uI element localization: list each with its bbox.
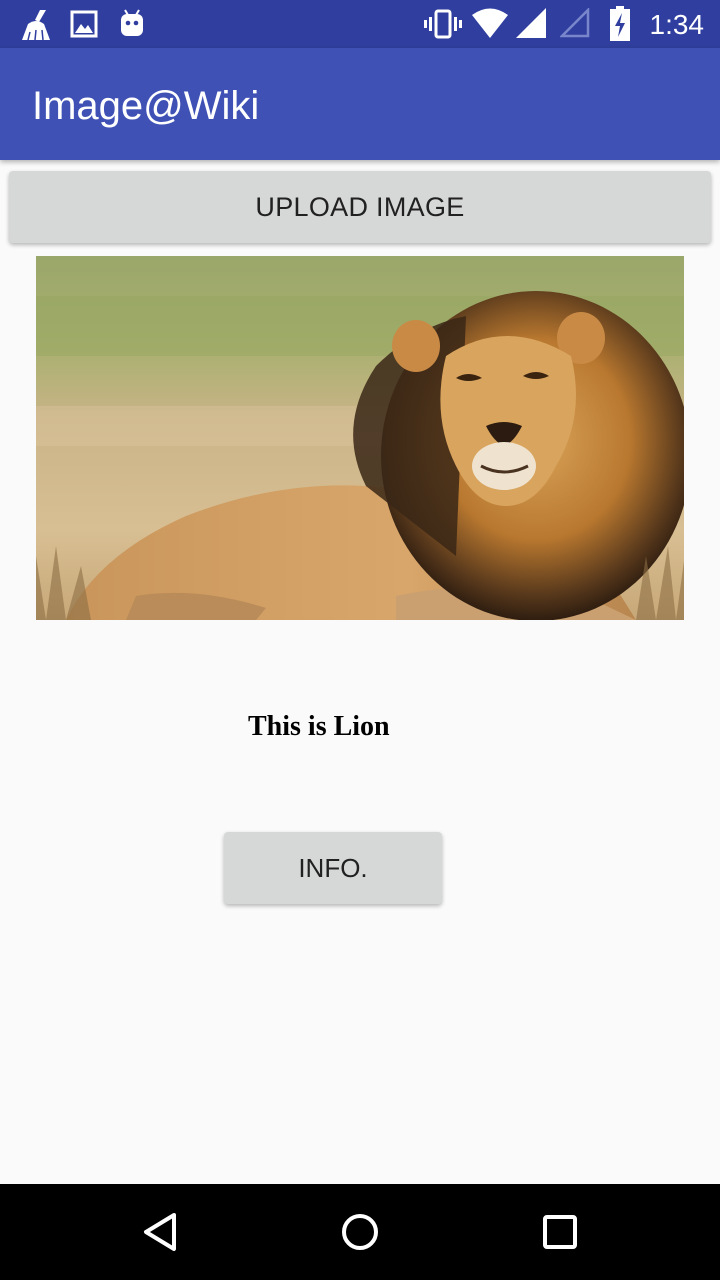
gallery-image-icon [70,10,98,38]
status-bar: 1:34 [0,0,720,48]
app-title: Image@Wiki [32,84,260,128]
cleaner-broom-icon [22,10,50,41]
wifi-icon [472,8,508,38]
cell-signal-empty-icon [560,8,590,38]
info-button[interactable]: INFO. [224,832,442,904]
vibrate-icon [424,9,462,39]
cell-signal-icon [516,8,546,38]
battery-charging-icon [610,6,630,41]
app-bar: Image@Wiki [0,48,720,160]
android-robot-icon [121,9,143,36]
upload-image-button[interactable]: UPLOAD IMAGE [9,171,711,243]
lion-illustration [36,256,684,620]
home-icon[interactable] [334,1206,386,1258]
back-icon[interactable] [134,1206,186,1258]
navigation-bar [0,1184,720,1280]
status-clock: 1:34 [649,9,705,40]
lion-photo [36,256,684,620]
result-caption: This is Lion [248,711,390,742]
recents-icon[interactable] [534,1206,586,1258]
